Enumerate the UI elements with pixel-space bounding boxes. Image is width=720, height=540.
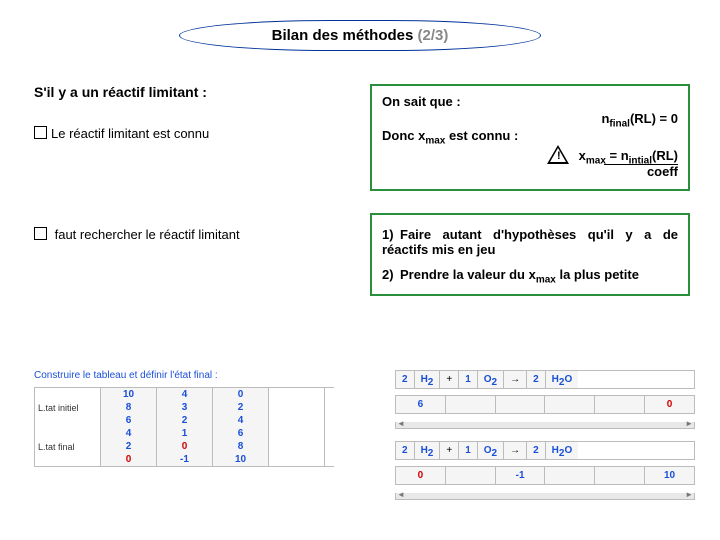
bullet-known-text: Le réactif limitant est connu — [51, 126, 209, 141]
table-col-1: 10 8 6 4 2 0 — [101, 388, 157, 466]
title-page: (2/3) — [418, 27, 449, 44]
box-steps: 1)Faire autant d'hypothèses qu'il y a de… — [370, 213, 690, 296]
step-2: 2)Prendre la valeur du xmax la plus peti… — [382, 267, 678, 282]
table-right: 2 H2 + 1 O2 → 2 H2O 6 0 2 H2 + 1 O2 → 2 — [395, 370, 695, 500]
box-known-result: On sait que : nfinal(RL) = 0 Donc xmax e… — [370, 84, 690, 191]
table-col-empty — [269, 388, 325, 466]
warning-icon: ! — [547, 145, 569, 164]
slide-title: Bilan des méthodes (2/3) — [179, 20, 541, 51]
rowlabel-initial: L.tat initiel — [35, 388, 100, 427]
left-heading: S'il y a un réactif limitant : — [34, 84, 314, 100]
eq-denom: coeff — [647, 164, 678, 179]
title-main: Bilan des méthodes — [272, 27, 418, 44]
table-left-caption: Construire le tableau et définir l'état … — [34, 370, 334, 381]
rowlabel-final: L.tat final — [35, 427, 100, 466]
step-1: 1)Faire autant d'hypothèses qu'il y a de… — [382, 227, 678, 257]
val-row-2: 0 -1 10 — [395, 466, 695, 485]
bullet-search-text: faut rechercher le réactif limitant — [51, 227, 240, 242]
table-left-grid: L.tat initiel L.tat final 10 8 6 4 2 0 4… — [34, 387, 334, 467]
square-bullet-icon — [34, 227, 47, 240]
bullet-known: Le réactif limitant est connu — [34, 126, 314, 141]
scrollbar-1[interactable] — [395, 422, 695, 429]
line-onsait: On sait que : — [382, 94, 678, 109]
bullet-search: faut rechercher le réactif limitant — [34, 227, 314, 242]
table-left: Construire le tableau et définir l'état … — [34, 370, 334, 467]
scrollbar-2[interactable] — [395, 493, 695, 500]
table-col-2: 4 3 2 1 0 -1 — [157, 388, 213, 466]
square-bullet-icon — [34, 126, 47, 139]
eq-row-1: 2 H2 + 1 O2 → 2 H2O — [395, 370, 695, 389]
eq-nfinal: nfinal(RL) = 0 — [382, 111, 678, 126]
eq-xmax: ! xmax = nintial(RL) coeff — [382, 145, 678, 179]
table-col-3: 0 2 4 6 8 10 — [213, 388, 269, 466]
line-donc: Donc xmax est connu : — [382, 128, 678, 143]
eq-row-2: 2 H2 + 1 O2 → 2 H2O — [395, 441, 695, 460]
val-row-1: 6 0 — [395, 395, 695, 414]
